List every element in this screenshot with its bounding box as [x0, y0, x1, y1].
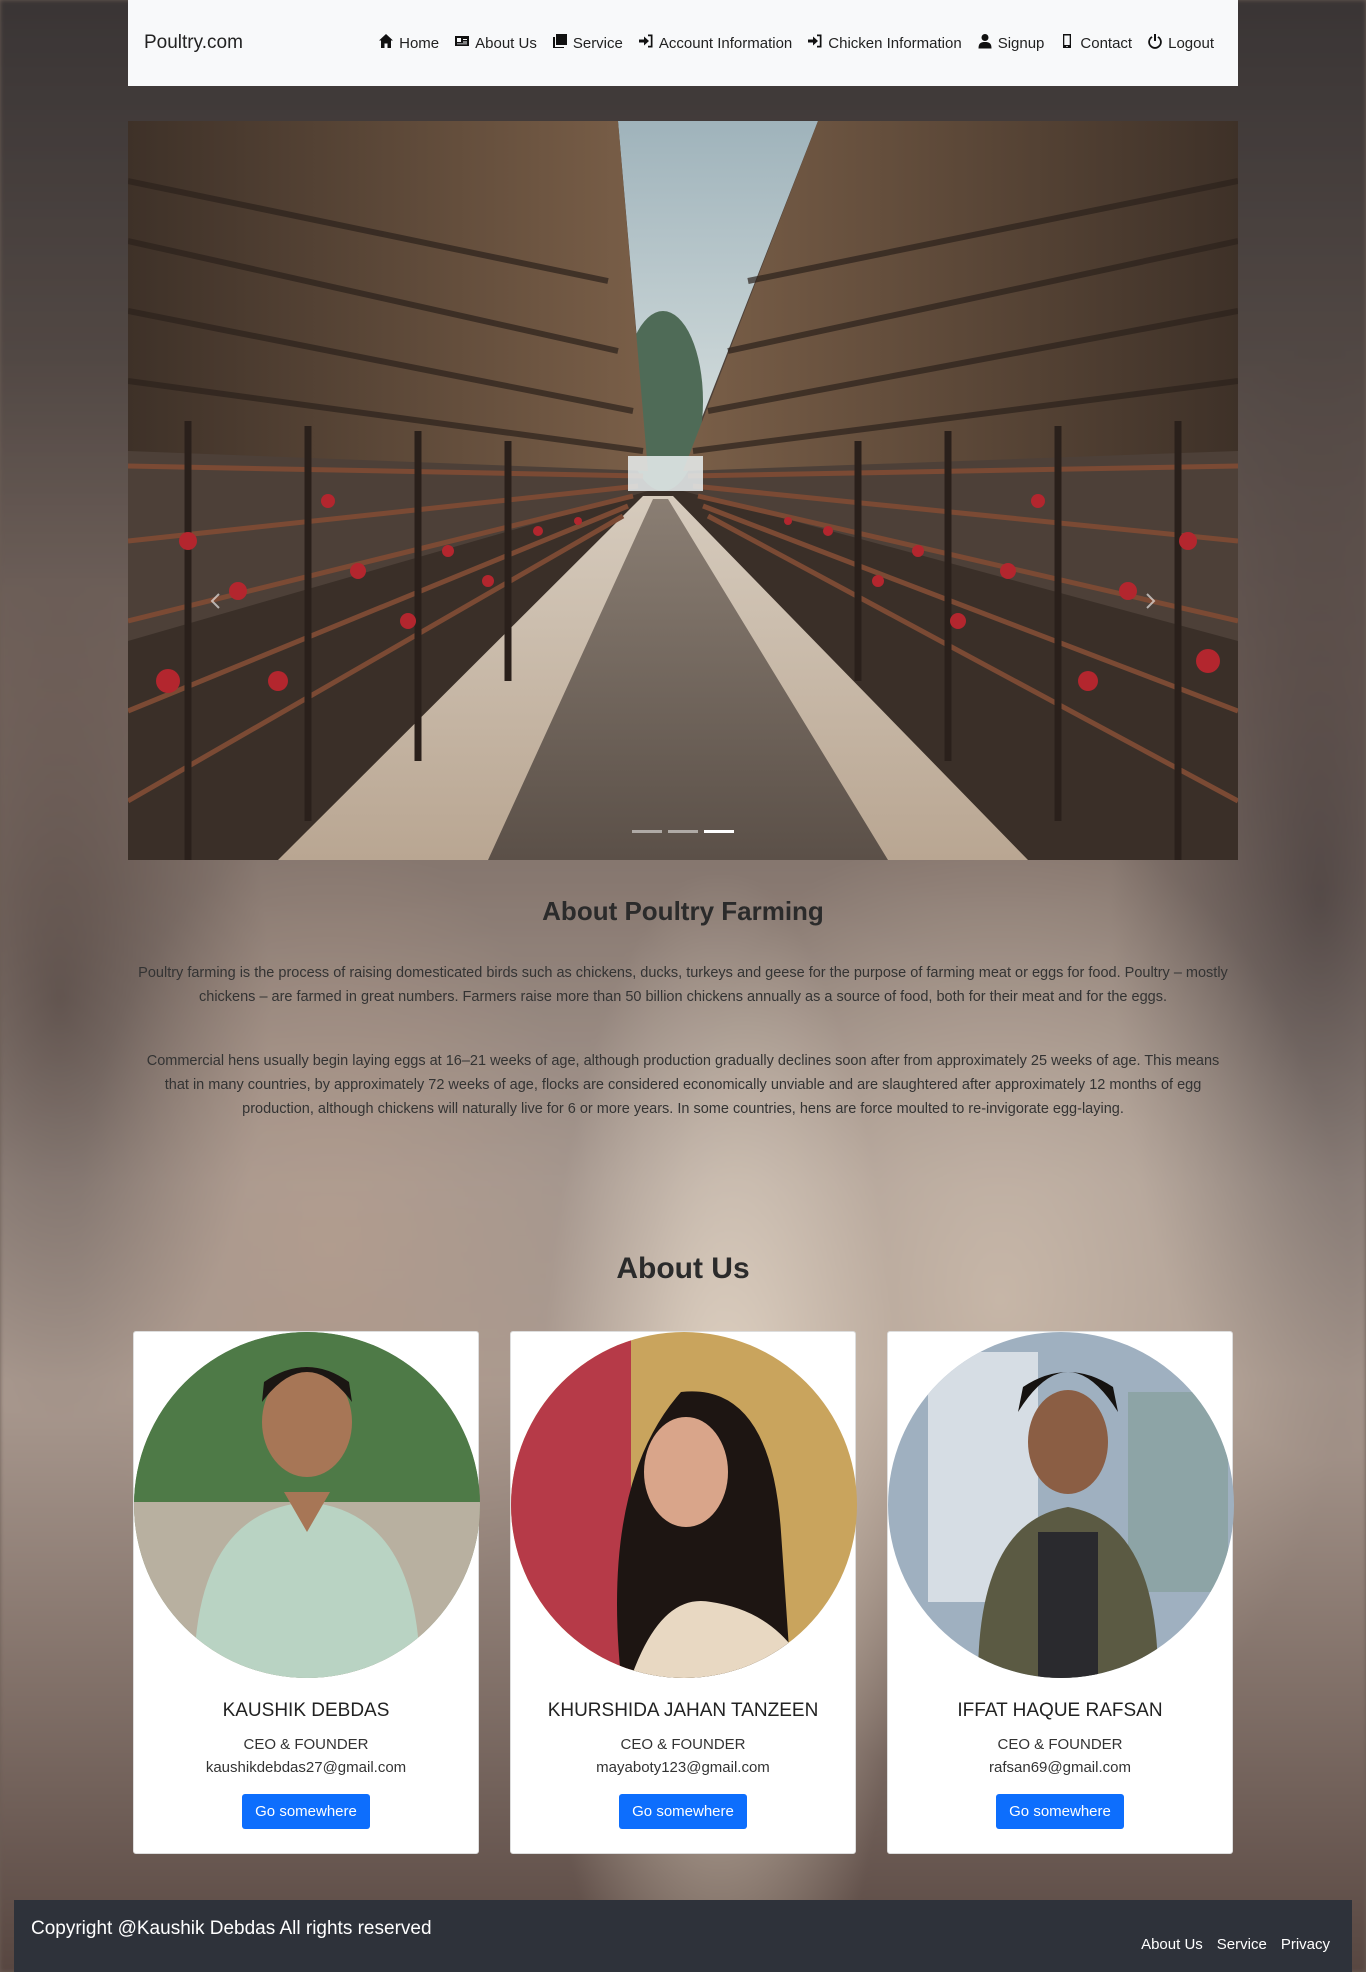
avatar	[888, 1332, 1234, 1678]
go-somewhere-button[interactable]: Go somewhere	[242, 1794, 370, 1829]
nav-service[interactable]: Service	[552, 33, 623, 53]
poultry-farm-image	[128, 121, 1238, 860]
member-name: KHURSHIDA JAHAN TANZEEN	[547, 1700, 819, 1721]
nav-signup[interactable]: Signup	[977, 33, 1045, 53]
member-photo	[134, 1332, 480, 1678]
page: Poultry.com Home About Us Service Accoun…	[0, 0, 1366, 1972]
member-role: CEO & FOUNDER	[243, 1736, 369, 1753]
power-icon	[1147, 33, 1163, 53]
go-somewhere-button[interactable]: Go somewhere	[996, 1794, 1124, 1829]
team-card: IFFAT HAQUE RAFSAN CEO & FOUNDER rafsan6…	[887, 1331, 1234, 1854]
footer-links: About Us Service Privacy	[1141, 1936, 1330, 1953]
mobile-icon	[1059, 33, 1075, 53]
nav-account-information-label: Account Information	[658, 34, 793, 52]
nav-service-label: Service	[572, 34, 623, 52]
navbar: Poultry.com Home About Us Service Accoun…	[128, 0, 1238, 86]
nav-chicken-information[interactable]: Chicken Information	[807, 33, 962, 53]
nav-logout[interactable]: Logout	[1147, 33, 1214, 53]
id-card-icon	[454, 33, 470, 53]
carousel-indicator-3[interactable]	[704, 830, 734, 833]
member-email: rafsan69@gmail.com	[989, 1759, 1131, 1776]
nav-home[interactable]: Home	[378, 33, 439, 53]
carousel-next-button[interactable]	[1140, 591, 1160, 611]
footer-link-service[interactable]: Service	[1217, 1936, 1267, 1953]
nav-about-us[interactable]: About Us	[454, 33, 537, 53]
footer-link-about-us[interactable]: About Us	[1141, 1936, 1203, 1953]
sign-in-icon	[807, 33, 823, 53]
carousel-indicator-1[interactable]	[632, 830, 662, 833]
avatar	[134, 1332, 480, 1678]
team-card: KHURSHIDA JAHAN TANZEEN CEO & FOUNDER ma…	[510, 1331, 857, 1854]
about-us-title: About Us	[616, 1252, 750, 1285]
about-poultry-title: About Poultry Farming	[542, 896, 824, 926]
hero-carousel[interactable]	[128, 121, 1238, 860]
brand-logo[interactable]: Poultry.com	[144, 32, 243, 54]
team-card: KAUSHIK DEBDAS CEO & FOUNDER kaushikdebd…	[133, 1331, 480, 1854]
member-photo	[511, 1332, 857, 1678]
nav-menu: Home About Us Service Account Informatio…	[378, 33, 1214, 53]
member-role: CEO & FOUNDER	[997, 1736, 1123, 1753]
footer-link-privacy[interactable]: Privacy	[1281, 1936, 1330, 1953]
about-paragraph-1: Poultry farming is the process of raisin…	[138, 965, 1228, 1005]
chevron-right-icon	[1146, 593, 1156, 609]
copy-icon	[552, 33, 568, 53]
about-paragraph-2: Commercial hens usually begin laying egg…	[146, 1053, 1220, 1117]
member-name: IFFAT HAQUE RAFSAN	[957, 1700, 1163, 1721]
footer: Copyright @Kaushik Debdas All rights res…	[14, 1900, 1352, 1972]
nav-signup-label: Signup	[997, 34, 1045, 52]
nav-home-label: Home	[399, 34, 440, 52]
nav-contact-label: Contact	[1080, 34, 1133, 52]
nav-logout-label: Logout	[1168, 34, 1214, 52]
nav-chicken-information-label: Chicken Information	[828, 34, 962, 52]
member-email: mayaboty123@gmail.com	[596, 1759, 770, 1776]
nav-account-information[interactable]: Account Information	[638, 33, 792, 53]
home-icon	[378, 33, 394, 53]
nav-contact[interactable]: Contact	[1059, 33, 1132, 53]
sign-in-icon	[638, 33, 654, 53]
chevron-left-icon	[210, 593, 220, 609]
footer-copyright: Copyright @Kaushik Debdas All rights res…	[31, 1918, 432, 1939]
carousel-indicators	[632, 830, 734, 833]
nav-about-us-label: About Us	[475, 34, 537, 52]
user-icon	[977, 33, 993, 53]
member-email: kaushikdebdas27@gmail.com	[205, 1759, 407, 1776]
member-photo	[888, 1332, 1234, 1678]
member-name: KAUSHIK DEBDAS	[222, 1700, 390, 1721]
avatar	[511, 1332, 857, 1678]
carousel-prev-button[interactable]	[206, 591, 226, 611]
member-role: CEO & FOUNDER	[620, 1736, 746, 1753]
go-somewhere-button[interactable]: Go somewhere	[619, 1794, 747, 1829]
carousel-indicator-2[interactable]	[668, 830, 698, 833]
